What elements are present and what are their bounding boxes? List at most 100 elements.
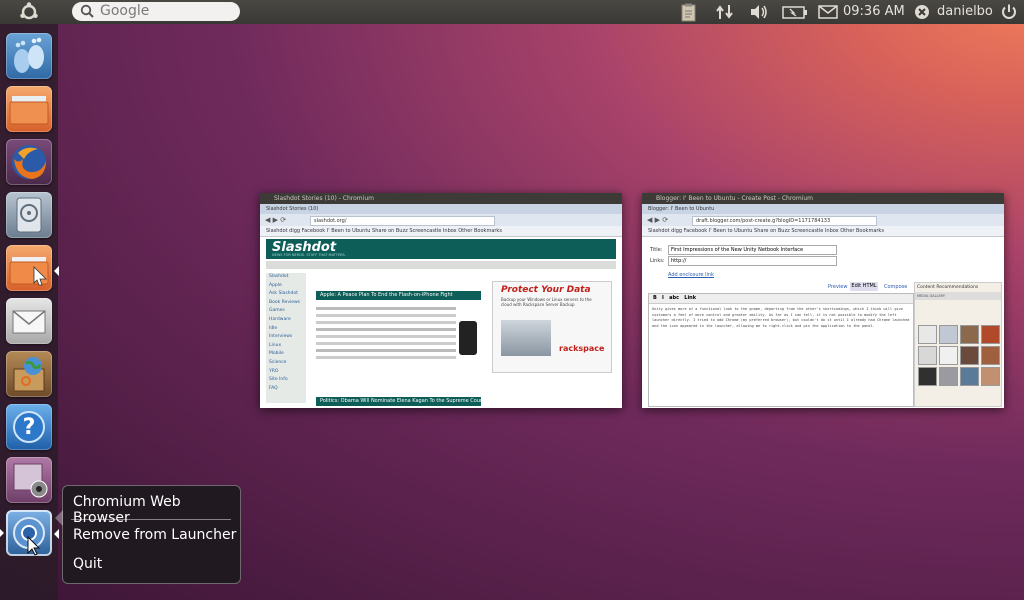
link-label: Links: (650, 258, 665, 264)
user-name[interactable]: danielbo (937, 4, 993, 19)
tab-compose[interactable]: Compose (884, 284, 907, 290)
sidebar: Slashdot Apple Ask Slashdot Book Reviews Gam… (266, 273, 306, 403)
webcam-icon (13, 463, 48, 498)
nav-buttons-icon[interactable]: ◀ ▶ ⟳ (647, 216, 668, 224)
sidebar-link[interactable]: Linux (269, 342, 306, 351)
server-image (501, 320, 551, 356)
recommendations-panel: Content Recommendations MEDIA GALLERY (914, 282, 1002, 407)
tab-preview[interactable]: Preview (828, 284, 847, 290)
launcher-item-firefox[interactable] (6, 139, 52, 185)
gallery-thumbnail[interactable] (981, 367, 1000, 386)
add-enclosure-link[interactable]: Add enclosure link (668, 272, 714, 278)
launcher-item-chromium[interactable] (6, 510, 52, 556)
address-bar: ◀ ▶ ⟳ slashdot.org/ (260, 214, 622, 226)
sidebar-link[interactable]: Mobile (269, 350, 306, 359)
gallery-thumbnail[interactable] (939, 367, 958, 386)
launcher-item-cheese[interactable] (6, 457, 52, 503)
address-bar: ◀ ▶ ⟳ draft.blogger.com/post-create.g?bl… (642, 214, 1004, 226)
url-field[interactable]: slashdot.org/ (310, 216, 495, 226)
gallery-thumbnail[interactable] (918, 325, 937, 344)
window-title: Blogger: I' Been to Ubuntu - Create Post… (642, 193, 1004, 204)
gallery-thumbnail[interactable] (939, 346, 958, 365)
user-icon[interactable] (914, 4, 930, 22)
browser-tab[interactable]: Slashdot Stories (10) (260, 204, 622, 214)
sidebar-link[interactable]: YRO (269, 368, 306, 377)
nav-buttons-icon[interactable]: ◀ ▶ ⟳ (265, 216, 286, 224)
sidebar-link[interactable]: Interviews (269, 333, 306, 342)
story-headline-2[interactable]: Politics: Obama Will Nominate Elena Kaga… (316, 397, 481, 406)
url-field[interactable]: draft.blogger.com/post-create.g?blogID=1… (692, 216, 877, 226)
menu-item-remove-from-launcher[interactable]: Remove from Launcher (73, 527, 236, 543)
story-headline[interactable]: Apple: A Peace Plan To End the Flash-on-… (316, 291, 481, 300)
search-placeholder: Google (100, 3, 150, 19)
sidebar-link[interactable]: Science (269, 359, 306, 368)
search-icon (80, 4, 94, 24)
media-gallery-label: MEDIA GALLERY (915, 292, 1001, 300)
post-title-input[interactable]: First Impressions of the New Unity Netbo… (668, 245, 837, 255)
gallery-thumbnail[interactable] (939, 325, 958, 344)
sidebar-link[interactable]: Games (269, 307, 306, 316)
sidebar-link[interactable]: Idle (269, 325, 306, 334)
clipboard-icon[interactable] (680, 3, 698, 22)
disk-icon (16, 197, 42, 233)
power-icon[interactable] (1000, 3, 1018, 21)
rackspace-ad[interactable]: Protect Your Data Backup your Windows or… (492, 281, 612, 373)
launcher-item-files[interactable] (6, 245, 52, 291)
sidebar-link[interactable]: Site Info (269, 376, 306, 385)
svg-text:?: ? (23, 415, 36, 440)
mail-icon[interactable] (818, 3, 838, 21)
volume-icon[interactable] (749, 3, 769, 21)
launcher-item-help[interactable]: ? (6, 404, 52, 450)
slashdot-header: Slashdot NEWS FOR NERDS. STUFF THAT MATT… (266, 239, 616, 259)
envelope-icon (12, 310, 46, 334)
browser-tab[interactable]: Blogger: I' Been to Ubuntu (642, 204, 1004, 214)
gallery-thumbnail[interactable] (918, 367, 937, 386)
chromium-icon (13, 517, 45, 556)
footprint-icon (14, 37, 44, 73)
post-editor[interactable]: B I abc Link Unity gives more of a funct… (648, 293, 914, 407)
search-input[interactable]: Google (72, 2, 240, 21)
quicklist-separator (71, 519, 231, 520)
quicklist-title[interactable]: Chromium Web Browser (73, 494, 240, 526)
slashdot-tagline: NEWS FOR NERDS. STUFF THAT MATTERS. (272, 253, 346, 257)
tab-edit-html[interactable]: Edit HTML (850, 282, 878, 291)
files-icon (9, 257, 49, 286)
gallery-thumbnail[interactable] (981, 346, 1000, 365)
sidebar-links: Slashdot Apple Ask Slashdot Book Reviews Gam… (266, 273, 306, 393)
gallery-thumbnail[interactable] (960, 346, 979, 365)
menu-item-quit[interactable]: Quit (73, 556, 102, 572)
gallery-thumbnail[interactable] (981, 325, 1000, 344)
ubuntu-logo-icon[interactable] (18, 2, 40, 22)
running-indicator (0, 529, 4, 537)
window-slashdot[interactable]: Slashdot Stories (10) - Chromium Slashdo… (260, 193, 622, 408)
gallery-thumbnail[interactable] (918, 346, 937, 365)
sidebar-link[interactable]: Hardware (269, 316, 306, 325)
gallery-thumbnail[interactable] (960, 367, 979, 386)
launcher-item-ubuntu-one[interactable] (6, 351, 52, 397)
battery-icon[interactable] (782, 3, 808, 21)
top-panel: Google 09:36 AM danielbo (0, 0, 1024, 24)
sidebar-link[interactable]: Ask Slashdot (269, 290, 306, 299)
focused-indicator (54, 529, 59, 539)
story-body (316, 303, 456, 388)
bookmarks-bar[interactable]: Slashdot digg Facebook I' Been to Ubuntu… (260, 226, 622, 237)
sidebar-link[interactable]: Slashdot (269, 273, 306, 282)
clock[interactable]: 09:36 AM (843, 4, 905, 19)
launcher-item-home-folder[interactable] (6, 86, 52, 132)
sidebar-link[interactable]: Apple (269, 282, 306, 291)
bookmarks-bar[interactable]: Slashdot digg Facebook I' Been to Ubuntu… (642, 226, 1004, 237)
sidebar-link[interactable]: FAQ (269, 385, 306, 394)
launcher-quicklist: Chromium Web Browser Remove from Launche… (55, 485, 241, 584)
launcher-item-mail[interactable] (6, 298, 52, 344)
gallery-thumbnail[interactable] (960, 325, 979, 344)
launcher-item-software[interactable] (6, 33, 52, 79)
nav-strip (266, 261, 616, 269)
folder-icon (9, 96, 49, 125)
editor-toolbar: B I abc Link (649, 294, 913, 304)
launcher-item-disk[interactable] (6, 192, 52, 238)
link-input[interactable]: http:// (668, 256, 837, 266)
window-blogger[interactable]: Blogger: I' Been to Ubuntu - Create Post… (642, 193, 1004, 408)
quicklist-pointer (55, 510, 63, 526)
network-icon[interactable] (715, 3, 735, 21)
sidebar-link[interactable]: Book Reviews (269, 299, 306, 308)
